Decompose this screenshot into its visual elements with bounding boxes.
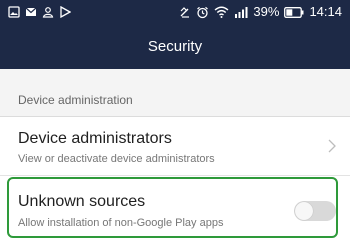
clock: 14:14 [309, 4, 342, 19]
mail-icon [25, 6, 37, 18]
wifi-icon [214, 6, 229, 18]
status-bar: 39% 14:14 [0, 0, 350, 24]
play-store-icon [59, 6, 71, 18]
system-status: 39% 14:14 [178, 4, 342, 20]
section-header-label: Device administration [18, 93, 133, 107]
device-administrators-item[interactable]: Device administrators View or deactivate… [0, 117, 350, 176]
device-administrators-title: Device administrators [18, 130, 172, 147]
page-title: Security [0, 24, 350, 69]
toggle-knob [295, 202, 313, 220]
device-administrators-subtitle: View or deactivate device administrators [18, 153, 215, 165]
section-header: Device administration [0, 69, 350, 117]
battery-icon [284, 6, 304, 18]
battery-percent: 39% [253, 4, 280, 19]
alarm-icon [196, 6, 209, 19]
unknown-sources-subtitle: Allow installation of non-Google Play ap… [18, 217, 224, 229]
person-icon [42, 6, 54, 18]
picture-icon [8, 6, 20, 18]
unknown-sources-title: Unknown sources [18, 193, 146, 210]
notification-icons [8, 4, 71, 20]
signal-icon [234, 6, 248, 18]
unknown-sources-toggle[interactable] [294, 201, 336, 221]
nfc-icon [178, 6, 191, 19]
chevron-right-icon [328, 139, 336, 158]
unknown-sources-item[interactable]: Unknown sources Allow installation of no… [0, 181, 350, 238]
